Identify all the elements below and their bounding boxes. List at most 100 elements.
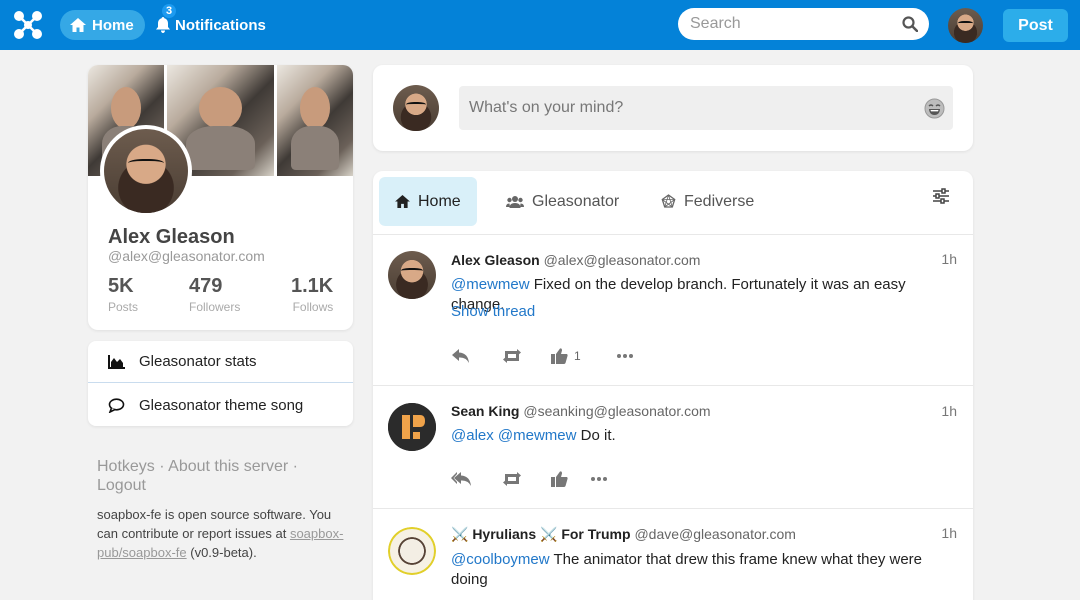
thumbs-up-icon: [551, 471, 568, 487]
tab-label: Home: [418, 192, 461, 210]
reply-icon: [452, 349, 469, 363]
tab-label: Fediverse: [684, 192, 755, 210]
like-count: 1: [574, 349, 581, 363]
status-action-bar: 1: [451, 346, 633, 366]
chart-area-icon: [108, 354, 125, 369]
reply-all-button[interactable]: [451, 471, 501, 487]
footer-text-after: (v0.9-beta).: [186, 545, 257, 560]
more-options-button[interactable]: [617, 354, 633, 358]
compose-box: [373, 65, 973, 151]
status-header: ⚔️ Hyrulians ⚔️ For Trump @dave@gleasona…: [451, 526, 796, 543]
dave-avatar: [388, 527, 436, 575]
repost-icon: [503, 472, 521, 486]
footer-separator: ·: [288, 458, 298, 475]
status-account[interactable]: @seanking@gleasonator.com: [523, 403, 710, 419]
nav-home-link[interactable]: Home: [60, 10, 145, 40]
stat-followers[interactable]: 479 Followers: [189, 275, 240, 314]
composer-avatar[interactable]: [393, 85, 439, 131]
reply-button[interactable]: [451, 348, 501, 364]
promo-link-label: Gleasonator stats: [139, 353, 257, 370]
promo-links-panel: Gleasonator stats Gleasonator theme song: [88, 341, 353, 426]
like-button[interactable]: [551, 471, 591, 487]
logout-link[interactable]: Logout: [97, 477, 146, 494]
status-header: Sean King @seanking@gleasonator.com: [451, 403, 711, 419]
profile-handle: @alex@gleasonator.com: [108, 248, 265, 264]
fediverse-icon: [661, 194, 676, 208]
status-content: @alex @mewmew Do it.: [451, 426, 961, 446]
status-avatar[interactable]: [388, 403, 436, 451]
tab-home[interactable]: Home: [379, 177, 477, 226]
status-account[interactable]: @dave@gleasonator.com: [634, 526, 796, 542]
like-button[interactable]: 1: [551, 348, 617, 364]
footer-info: soapbox-fe is open source software. You …: [97, 505, 347, 562]
footer-separator: ·: [154, 458, 169, 475]
tab-gleasonator[interactable]: Gleasonator: [506, 177, 619, 226]
status-header: Alex Gleason @alex@gleasonator.com: [451, 252, 700, 268]
repost-button[interactable]: [501, 471, 551, 487]
status-avatar[interactable]: [388, 527, 436, 575]
nav-notifications-link[interactable]: 3 Notifications: [156, 4, 266, 40]
search-icon[interactable]: [902, 16, 918, 32]
status-mentions[interactable]: @mewmew: [451, 276, 530, 293]
ellipsis-icon: [617, 354, 633, 358]
home-icon: [70, 18, 86, 32]
sean-king-avatar: [388, 403, 436, 451]
comment-icon: [108, 397, 125, 413]
promo-link-stats[interactable]: Gleasonator stats: [88, 341, 353, 383]
status-timestamp[interactable]: 1h: [941, 251, 957, 267]
reply-all-icon: [451, 472, 471, 486]
hotkeys-link[interactable]: Hotkeys: [97, 458, 155, 475]
tab-label: Gleasonator: [532, 192, 620, 210]
bell-icon: [156, 17, 170, 33]
thumbs-up-icon: [551, 348, 568, 364]
status-timestamp[interactable]: 1h: [941, 525, 957, 541]
sliders-icon[interactable]: [932, 188, 950, 204]
home-icon: [395, 195, 410, 208]
profile-card: Alex Gleason @alex@gleasonator.com 5K Po…: [88, 65, 353, 330]
status-text: Do it.: [576, 427, 616, 444]
compose-input[interactable]: [459, 86, 953, 130]
stat-follows[interactable]: 1.1K Follows: [291, 275, 333, 314]
status-item[interactable]: ⚔️ Hyrulians ⚔️ For Trump @dave@gleasona…: [373, 508, 973, 600]
stat-label: Followers: [189, 300, 241, 314]
stat-value: 479: [189, 275, 223, 297]
status-timestamp[interactable]: 1h: [941, 403, 957, 419]
status-item[interactable]: Sean King @seanking@gleasonator.com 1h @…: [373, 385, 973, 509]
tab-fediverse[interactable]: Fediverse: [661, 177, 754, 226]
emoji-picker-icon[interactable]: [924, 98, 945, 119]
nav-home-label: Home: [92, 16, 134, 34]
status-avatar[interactable]: [388, 251, 436, 299]
nav-notifications-label: Notifications: [175, 16, 266, 34]
show-thread-link[interactable]: Show thread: [451, 303, 535, 320]
status-mentions[interactable]: @coolboymew: [451, 551, 550, 568]
repost-button[interactable]: [501, 348, 551, 364]
status-display-name[interactable]: ⚔️ Hyrulians ⚔️ For Trump: [451, 526, 631, 542]
status-mentions[interactable]: @alex @mewmew: [451, 427, 576, 444]
status-action-bar: [451, 469, 607, 489]
profile-display-name[interactable]: Alex Gleason: [108, 226, 235, 249]
promo-link-theme-song[interactable]: Gleasonator theme song: [88, 384, 353, 426]
post-button[interactable]: Post: [1003, 9, 1068, 42]
status-display-name[interactable]: Sean King: [451, 403, 519, 419]
footer-links: Hotkeys · About this server · Logout: [97, 457, 317, 495]
repost-icon: [503, 349, 521, 363]
stat-posts[interactable]: 5K Posts: [108, 275, 138, 314]
stat-value: 5K: [108, 275, 134, 297]
users-icon: [506, 195, 524, 208]
account-avatar[interactable]: [948, 8, 983, 43]
ellipsis-icon: [591, 477, 607, 481]
stat-value: 1.1K: [291, 275, 334, 297]
status-account[interactable]: @alex@gleasonator.com: [544, 252, 701, 268]
about-link[interactable]: About this server: [168, 458, 288, 475]
profile-avatar[interactable]: [100, 125, 192, 217]
status-content: @coolboymew The animator that drew this …: [451, 550, 961, 590]
timeline-panel: Home Gleasonator Fediverse Alex Gleason …: [373, 171, 973, 600]
status-item[interactable]: Alex Gleason @alex@gleasonator.com 1h @m…: [373, 234, 973, 386]
more-options-button[interactable]: [591, 477, 607, 481]
soapbox-logo-icon[interactable]: [12, 9, 44, 41]
status-display-name[interactable]: Alex Gleason: [451, 252, 540, 268]
promo-link-label: Gleasonator theme song: [139, 396, 304, 414]
notifications-count-badge: 3: [162, 4, 176, 18]
search-input[interactable]: [678, 8, 929, 40]
top-navigation-bar: Home 3 Notifications Post: [0, 0, 1080, 50]
